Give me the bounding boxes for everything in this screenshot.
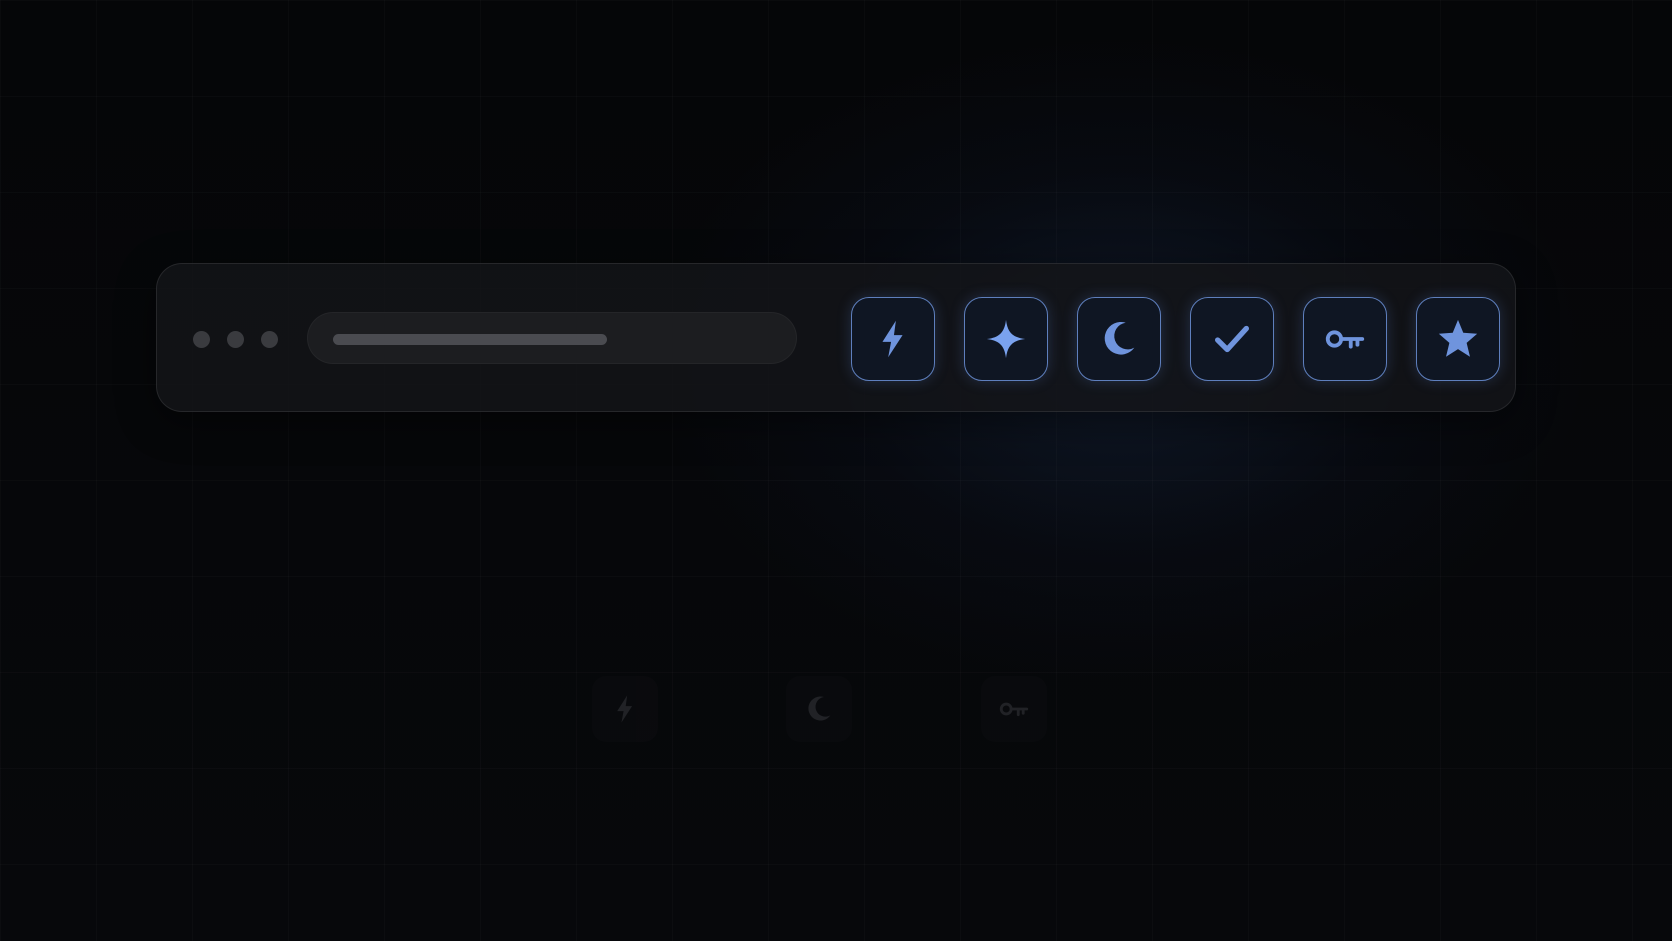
sparkle-button[interactable] [964, 297, 1048, 381]
check-icon [1214, 325, 1250, 353]
moon-icon [1104, 322, 1135, 355]
lightning-icon [617, 695, 633, 723]
lightning-icon [882, 320, 903, 358]
lightning-button[interactable] [851, 297, 935, 381]
toolbar-icon-buttons [851, 297, 1500, 381]
key-button[interactable] [1303, 297, 1387, 381]
moon-button[interactable] [1077, 297, 1161, 381]
star-button[interactable] [1416, 297, 1500, 381]
window-dot-maximize[interactable] [261, 331, 278, 348]
check-button[interactable] [1190, 297, 1274, 381]
window-controls [193, 331, 278, 348]
address-bar[interactable] [307, 312, 797, 364]
key-icon [1325, 330, 1365, 349]
window-dot-minimize[interactable] [227, 331, 244, 348]
faded-key-tile [981, 676, 1047, 742]
background-grid [0, 0, 1672, 941]
moon-icon [808, 696, 831, 721]
faded-lightning-tile [592, 676, 658, 742]
window-dot-close[interactable] [193, 331, 210, 348]
star-icon [1438, 319, 1478, 357]
browser-toolbar [156, 263, 1516, 412]
address-bar-placeholder [333, 334, 607, 345]
key-icon [999, 702, 1029, 717]
faded-icon-row [0, 676, 1672, 746]
sparkle-icon [986, 319, 1026, 359]
faded-moon-tile [786, 676, 852, 742]
